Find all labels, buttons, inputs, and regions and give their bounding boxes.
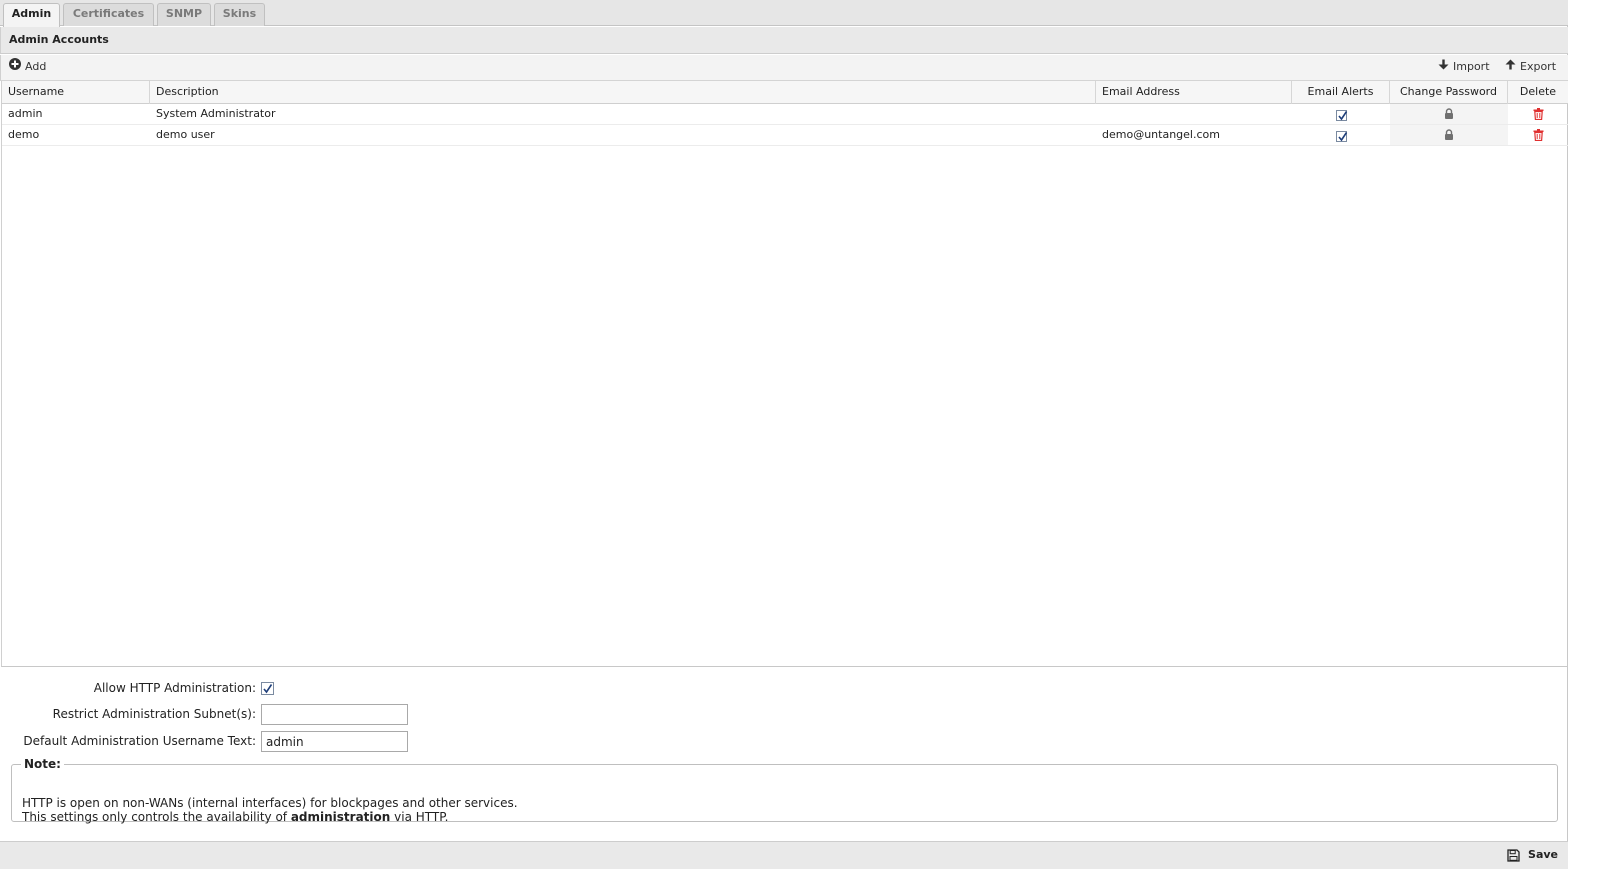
column-header-username[interactable]: Username <box>2 81 150 104</box>
plus-circle-icon <box>9 55 21 79</box>
lock-icon[interactable] <box>1444 128 1454 141</box>
delete-cell <box>1508 125 1568 145</box>
arrow-down-icon <box>1438 55 1449 79</box>
export-button[interactable]: Export <box>1505 55 1556 80</box>
grid-toolbar: Add Import Export <box>0 55 1568 81</box>
trash-icon[interactable] <box>1533 107 1544 121</box>
email-alerts-cell <box>1292 104 1390 124</box>
note-line-2-bold: administration <box>290 810 391 824</box>
delete-cell <box>1508 104 1568 124</box>
tab-snmp[interactable]: SNMP <box>157 3 211 26</box>
tab-strip: Admin Certificates SNMP Skins <box>0 0 1568 27</box>
allow-http-label: Allow HTTP Administration: <box>93 681 256 695</box>
default-username-input[interactable] <box>261 731 408 752</box>
username-cell[interactable]: admin <box>2 104 150 124</box>
admin-accounts-grid: Username Description Email Address Email… <box>1 81 1568 667</box>
restrict-subnets-input[interactable] <box>261 704 408 725</box>
floppy-disk-icon <box>1507 848 1528 862</box>
tab-certificates[interactable]: Certificates <box>63 3 154 26</box>
column-header-description[interactable]: Description <box>150 81 1096 104</box>
column-header-email-address[interactable]: Email Address <box>1096 81 1292 104</box>
import-button[interactable]: Import <box>1438 55 1490 80</box>
allow-http-checkbox[interactable] <box>261 682 274 695</box>
grid-header: Username Description Email Address Email… <box>2 81 1568 104</box>
add-label: Add <box>25 60 47 73</box>
tab-admin[interactable]: Admin <box>3 3 60 27</box>
save-label: Save <box>1528 848 1558 861</box>
export-label: Export <box>1520 60 1557 73</box>
table-row[interactable]: admin System Administrator <box>2 104 1568 125</box>
table-row[interactable]: demo demo user demo@untangel.com <box>2 125 1568 146</box>
change-password-cell <box>1390 125 1508 145</box>
tab-skins[interactable]: Skins <box>214 3 265 26</box>
email-cell[interactable]: demo@untangel.com <box>1096 125 1292 145</box>
bottom-toolbar: Save <box>0 841 1568 869</box>
email-cell[interactable] <box>1096 104 1292 124</box>
import-label: Import <box>1453 60 1490 73</box>
panel-title: Admin Accounts <box>0 27 1568 54</box>
note-legend: Note: <box>24 757 61 771</box>
arrow-up-icon <box>1505 55 1516 79</box>
note-line-2: This settings only controls the availabi… <box>22 810 448 824</box>
note-line-2-suffix: via HTTP. <box>390 810 449 824</box>
settings-window: Admin Certificates SNMP Skins Admin Acco… <box>0 0 1568 869</box>
email-alerts-checkbox[interactable] <box>1335 109 1347 121</box>
note-fieldset: Note: HTTP is open on non-WANs (internal… <box>11 757 1558 824</box>
note-line-1: HTTP is open on non-WANs (internal inter… <box>22 796 518 810</box>
restrict-subnets-label: Restrict Administration Subnet(s): <box>52 707 256 721</box>
trash-icon[interactable] <box>1533 128 1544 142</box>
description-cell[interactable]: System Administrator <box>150 104 1096 124</box>
email-alerts-checkbox[interactable] <box>1335 130 1347 142</box>
column-header-change-password[interactable]: Change Password <box>1390 81 1508 104</box>
email-alerts-cell <box>1292 125 1390 145</box>
description-cell[interactable]: demo user <box>150 125 1096 145</box>
lock-icon[interactable] <box>1444 107 1454 120</box>
note-line-2-prefix: This settings only controls the availabi… <box>22 810 291 824</box>
column-header-delete[interactable]: Delete <box>1508 81 1568 104</box>
username-cell[interactable]: demo <box>2 125 150 145</box>
add-button[interactable]: Add <box>9 55 46 80</box>
change-password-cell <box>1390 104 1508 124</box>
save-button[interactable]: Save <box>1507 842 1558 869</box>
column-header-email-alerts[interactable]: Email Alerts <box>1292 81 1390 104</box>
default-username-label: Default Administration Username Text: <box>23 734 256 748</box>
